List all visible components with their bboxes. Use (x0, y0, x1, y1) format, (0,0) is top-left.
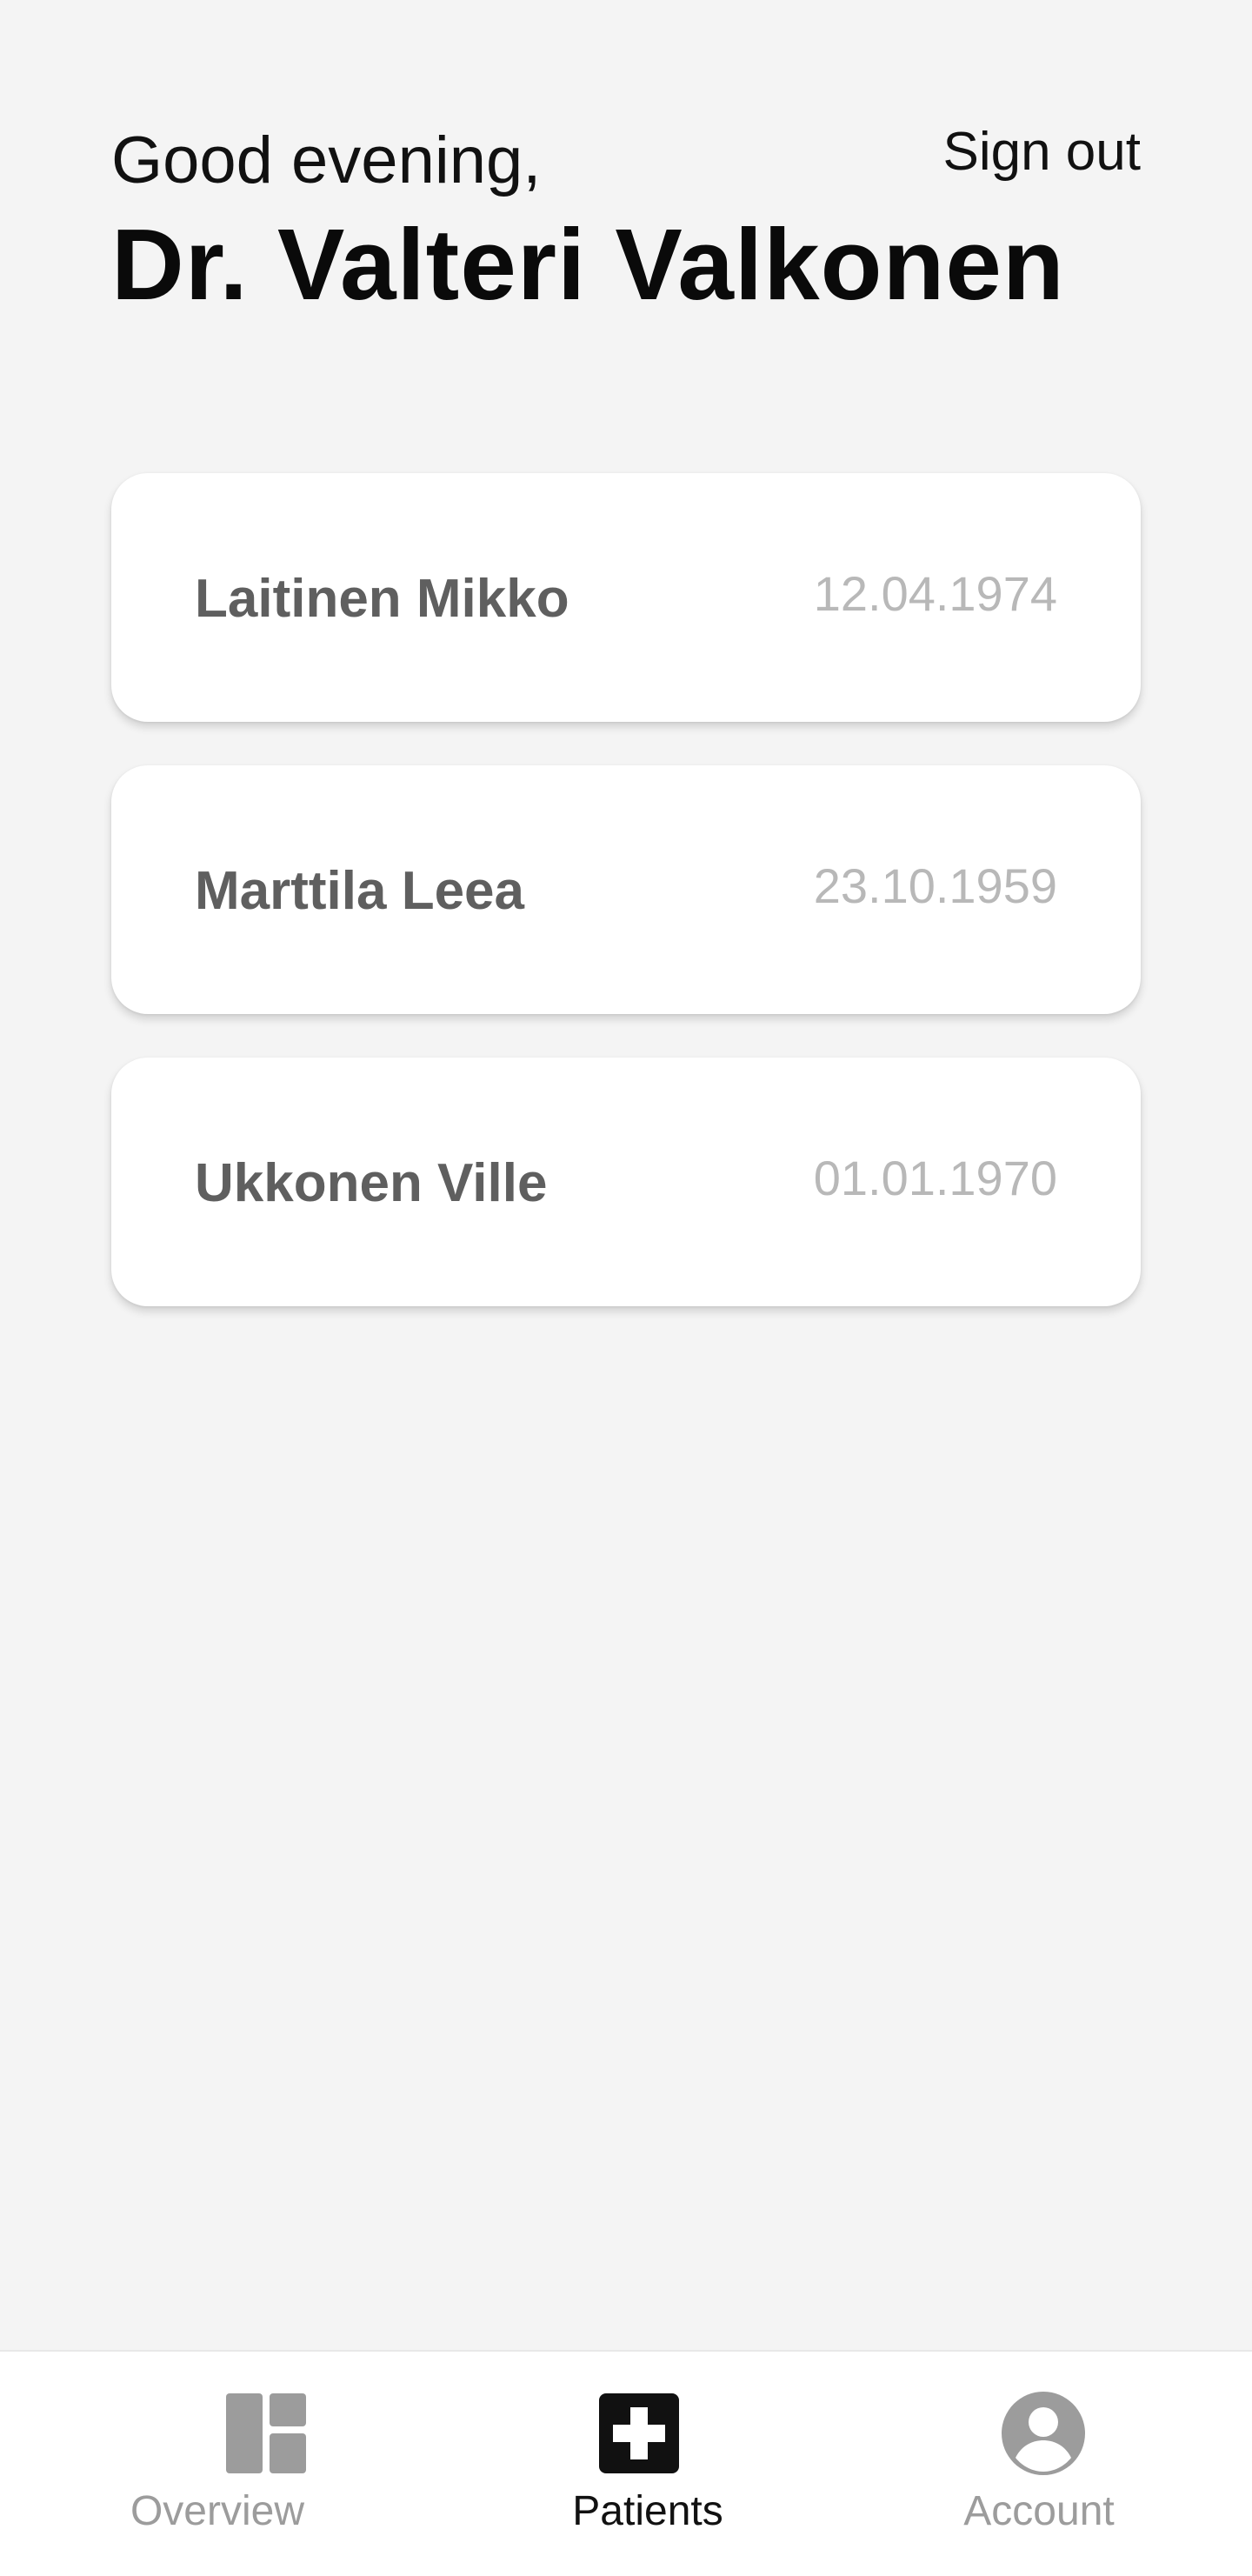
patient-birthdate: 12.04.1974 (813, 566, 1057, 621)
sign-out-button[interactable]: Sign out (942, 122, 1141, 183)
patient-name: Laitinen Mikko (195, 569, 569, 629)
nav-item-patients[interactable]: Patients (417, 2352, 835, 2576)
patient-card[interactable]: Ukkonen Ville 01.01.1970 (111, 1058, 1141, 1306)
patient-card[interactable]: Marttila Leea 23.10.1959 (111, 765, 1141, 1014)
patient-list: Laitinen Mikko 12.04.1974 Marttila Leea … (111, 473, 1141, 1350)
dashboard-icon (226, 2393, 306, 2473)
nav-label-account: Account (963, 2488, 1115, 2534)
patient-card[interactable]: Laitinen Mikko 12.04.1974 (111, 473, 1141, 722)
nav-label-patients: Patients (572, 2488, 723, 2534)
patient-name: Marttila Leea (195, 861, 525, 921)
bottom-navigation: Overview Patients Account (0, 2350, 1252, 2576)
patient-birthdate: 23.10.1959 (813, 858, 1057, 913)
nav-item-overview[interactable]: Overview (0, 2352, 417, 2576)
doctor-name: Dr. Valteri Valkonen (111, 208, 1065, 321)
patient-birthdate: 01.01.1970 (813, 1151, 1057, 1205)
nav-item-account[interactable]: Account (835, 2352, 1252, 2576)
account-circle-icon (1002, 2392, 1085, 2475)
nav-label-overview: Overview (130, 2488, 305, 2534)
header: Good evening, Dr. Valteri Valkonen Sign … (111, 122, 1141, 324)
patient-name: Ukkonen Ville (195, 1153, 548, 1213)
medical-cross-icon (599, 2393, 679, 2473)
